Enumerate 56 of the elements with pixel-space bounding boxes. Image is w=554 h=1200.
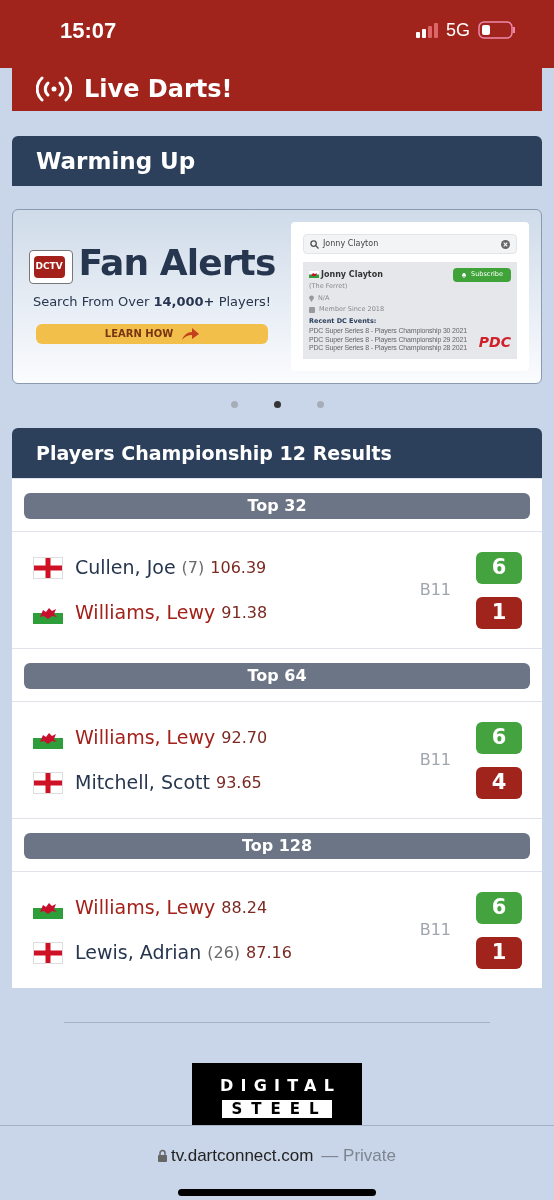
lock-icon xyxy=(158,1149,167,1163)
signal-icon xyxy=(416,22,438,38)
player-average: 88.24 xyxy=(221,896,268,919)
player-name[interactable]: Mitchell, Scott xyxy=(75,768,210,797)
card-player-name: Jonny Clayton xyxy=(321,268,383,281)
score-badge: 6 xyxy=(476,551,522,584)
player-name[interactable]: Cullen, Joe xyxy=(75,553,176,582)
round-label: Top 128 xyxy=(24,833,530,859)
board-number: B11 xyxy=(419,579,451,601)
network-label: 5G xyxy=(446,18,470,42)
england-flag-icon xyxy=(33,941,63,964)
player-name[interactable]: Williams, Lewy xyxy=(75,723,216,752)
arrow-icon xyxy=(181,327,200,340)
wales-flag-icon xyxy=(309,271,319,279)
board-number: B11 xyxy=(419,919,451,941)
england-flag-icon xyxy=(33,556,63,579)
player-seed: (7) xyxy=(181,556,205,579)
live-darts-banner[interactable]: Live Darts! xyxy=(12,67,542,111)
tv-logo: DCTV xyxy=(28,250,73,284)
score-badge: 4 xyxy=(476,766,522,799)
ad-title: Fan Alerts xyxy=(78,245,276,281)
search-field[interactable]: Jonny Clayton xyxy=(303,234,517,254)
player-average: 91.38 xyxy=(221,601,268,624)
pdc-logo: PDC xyxy=(477,333,511,352)
player-name[interactable]: Williams, Lewy xyxy=(75,598,216,627)
ad-subtitle: Search From Over 14,000+ Players! xyxy=(32,293,272,311)
url-text[interactable]: tv.dartconnect.com xyxy=(171,1143,314,1169)
search-icon xyxy=(310,239,319,249)
broadcast-icon xyxy=(36,76,72,102)
battery-icon xyxy=(478,21,516,39)
player-seed: (26) xyxy=(207,941,241,964)
player-name[interactable]: Williams, Lewy xyxy=(75,893,216,922)
score-badge: 6 xyxy=(476,891,522,924)
round-label: Top 64 xyxy=(24,663,530,689)
score-badge: 6 xyxy=(476,721,522,754)
bell-icon xyxy=(461,271,468,278)
player-average: 92.70 xyxy=(221,726,268,749)
player-average: 106.39 xyxy=(210,556,267,579)
learn-how-button[interactable]: LEARN HOW xyxy=(36,323,268,344)
player-average: 87.16 xyxy=(246,941,292,964)
live-darts-title: Live Darts! xyxy=(84,74,233,105)
player-name[interactable]: Lewis, Adrian xyxy=(75,938,202,967)
round-label: Top 32 xyxy=(24,493,530,519)
score-badge: 1 xyxy=(476,596,522,629)
england-flag-icon xyxy=(33,771,63,794)
location-pin-icon xyxy=(309,294,314,302)
player-average: 93.65 xyxy=(215,771,262,794)
calendar-icon xyxy=(309,307,315,314)
results-header: Players Championship 12 Results xyxy=(12,428,542,478)
clear-icon[interactable] xyxy=(501,239,510,249)
board-number: B11 xyxy=(419,749,451,771)
private-label: — Private xyxy=(321,1145,396,1167)
warming-up-header: Warming Up xyxy=(12,136,542,186)
clock: 15:07 xyxy=(60,16,117,45)
score-badge: 1 xyxy=(476,936,522,969)
ad-banner[interactable] xyxy=(12,209,542,384)
